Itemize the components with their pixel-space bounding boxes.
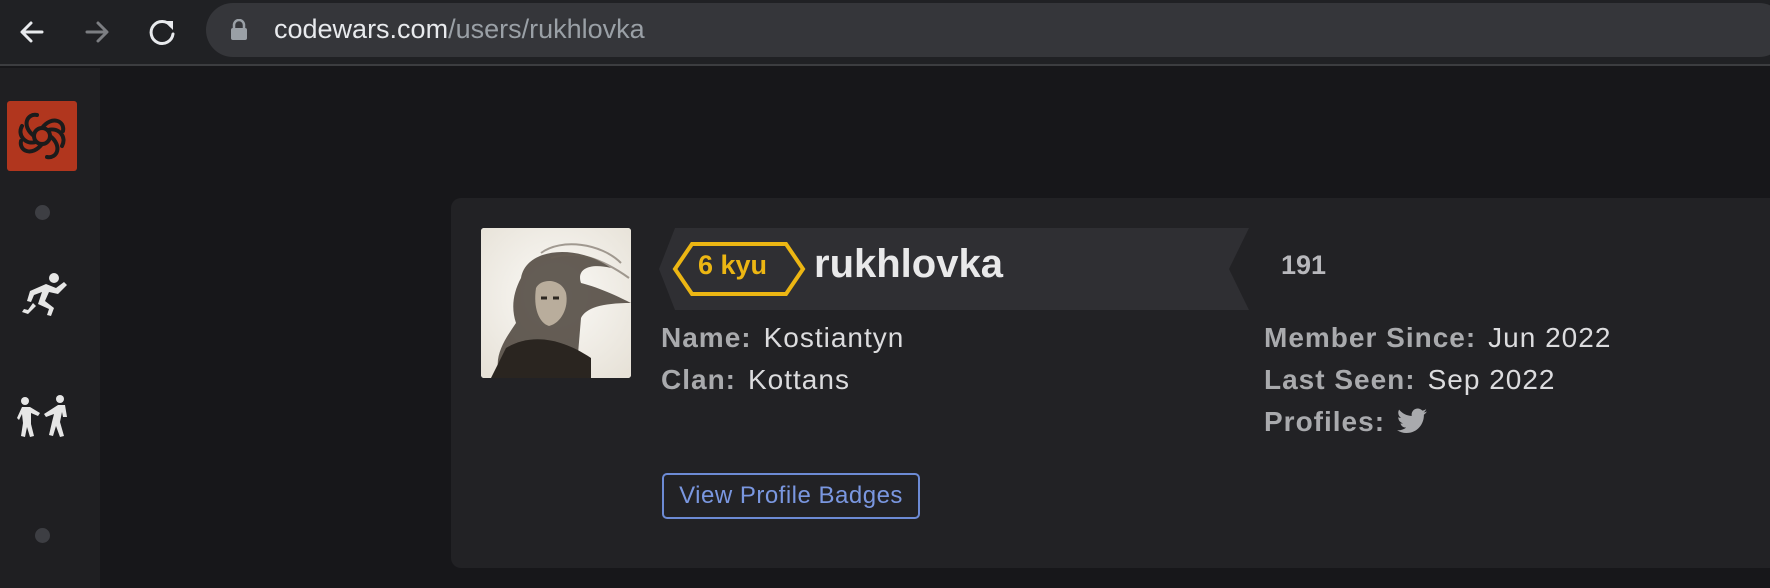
name-label: Name: bbox=[661, 322, 752, 353]
forward-arrow-icon[interactable] bbox=[77, 12, 117, 52]
stat-profiles: Profiles: bbox=[1264, 406, 1428, 438]
browser-toolbar: codewars.com/users/rukhlovka bbox=[0, 0, 1770, 66]
lock-icon bbox=[230, 18, 248, 41]
last-seen-label: Last Seen: bbox=[1264, 364, 1416, 395]
twitter-icon[interactable] bbox=[1397, 408, 1428, 434]
last-seen-value: Sep 2022 bbox=[1427, 364, 1556, 395]
codewars-logo-icon[interactable] bbox=[7, 101, 77, 171]
url-text: codewars.com/users/rukhlovka bbox=[274, 14, 645, 45]
username: rukhlovka bbox=[814, 242, 1003, 286]
sidebar bbox=[0, 68, 100, 588]
avatar[interactable] bbox=[481, 228, 631, 378]
reload-icon[interactable] bbox=[142, 12, 182, 52]
stat-name: Name: Kostiantyn bbox=[661, 322, 904, 354]
clan-label: Clan: bbox=[661, 364, 736, 395]
kata-practice-icon[interactable] bbox=[16, 268, 70, 322]
sidebar-dot bbox=[35, 205, 50, 220]
url-host: codewars.com bbox=[274, 14, 449, 44]
stat-last-seen: Last Seen: Sep 2022 bbox=[1264, 364, 1556, 396]
rank-banner: 6 kyu rukhlovka bbox=[659, 228, 1249, 310]
sparring-icon[interactable] bbox=[16, 390, 70, 444]
view-profile-badges-button[interactable]: View Profile Badges bbox=[662, 473, 920, 519]
rank-badge: 6 kyu bbox=[697, 250, 768, 280]
profiles-label: Profiles: bbox=[1264, 406, 1386, 437]
profile-card: 6 kyu rukhlovka 191 Name: Kostiantyn Clan… bbox=[451, 198, 1770, 568]
honor-score: 191 bbox=[1281, 250, 1327, 280]
address-bar[interactable]: codewars.com/users/rukhlovka bbox=[206, 3, 1770, 57]
stat-member-since: Member Since: Jun 2022 bbox=[1264, 322, 1611, 354]
clan-value: Kottans bbox=[748, 364, 850, 395]
member-since-label: Member Since: bbox=[1264, 322, 1477, 353]
sidebar-dot bbox=[35, 528, 50, 543]
back-arrow-icon[interactable] bbox=[12, 12, 52, 52]
name-value: Kostiantyn bbox=[763, 322, 905, 353]
url-path: /users/rukhlovka bbox=[448, 14, 645, 44]
stat-clan: Clan: Kottans bbox=[661, 364, 850, 396]
member-since-value: Jun 2022 bbox=[1488, 322, 1612, 353]
